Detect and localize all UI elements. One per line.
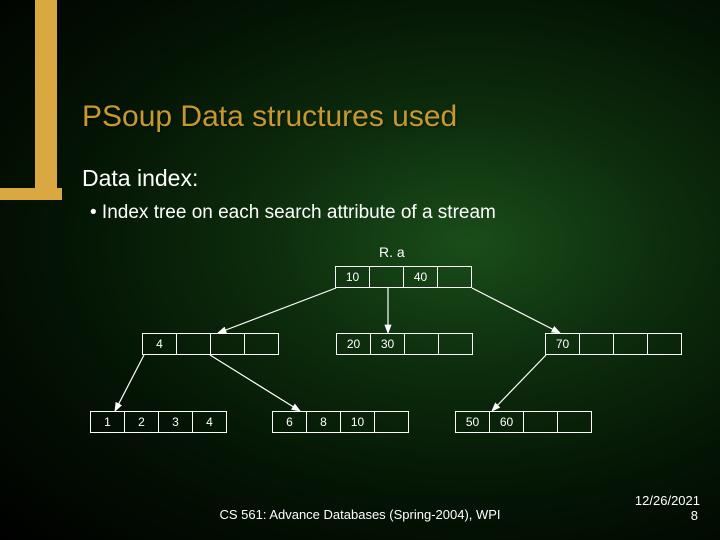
tree-mid-mid-node: 20 30	[336, 333, 473, 355]
tree-root-node: 10 40	[335, 266, 472, 288]
cell: 4	[142, 333, 177, 355]
tree-leaf-2-node: 6 8 10	[272, 411, 409, 433]
tree-mid-left-node: 4	[142, 333, 279, 355]
cell: 30	[370, 333, 405, 355]
tree-mid-right-node: 70	[545, 333, 682, 355]
slide-bullet: • Index tree on each search attribute of…	[90, 202, 496, 224]
cell: 20	[336, 333, 371, 355]
footer-date: 12/26/2021	[635, 493, 700, 508]
cell	[210, 333, 245, 355]
cell	[404, 333, 439, 355]
slide-subtitle: Data index:	[82, 165, 198, 192]
footer-page: 8	[691, 508, 698, 523]
cell	[374, 411, 409, 433]
cell	[523, 411, 558, 433]
cell: 3	[158, 411, 193, 433]
tree-leaf-1-node: 1 2 3 4	[90, 411, 227, 433]
slide-title: PSoup Data structures used	[82, 100, 457, 134]
cell: 50	[455, 411, 490, 433]
cell	[613, 333, 648, 355]
footer-course: CS 561: Advance Databases (Spring-2004),…	[0, 507, 720, 522]
cell	[557, 411, 592, 433]
root-label: R. a	[379, 244, 405, 260]
decor-gold-horizontal	[0, 188, 62, 200]
tree-leaf-3-node: 50 60	[455, 411, 592, 433]
decor-gold-vertical	[35, 0, 57, 200]
cell	[176, 333, 211, 355]
cell	[579, 333, 614, 355]
cell: 6	[272, 411, 307, 433]
cell: 10	[335, 266, 370, 288]
cell	[437, 266, 472, 288]
cell: 1	[90, 411, 125, 433]
cell: 70	[545, 333, 580, 355]
cell: 60	[489, 411, 524, 433]
cell	[647, 333, 682, 355]
cell: 4	[192, 411, 227, 433]
cell: 10	[340, 411, 375, 433]
cell: 40	[403, 266, 438, 288]
cell	[244, 333, 279, 355]
cell	[369, 266, 404, 288]
cell	[438, 333, 473, 355]
cell: 8	[306, 411, 341, 433]
cell: 2	[124, 411, 159, 433]
